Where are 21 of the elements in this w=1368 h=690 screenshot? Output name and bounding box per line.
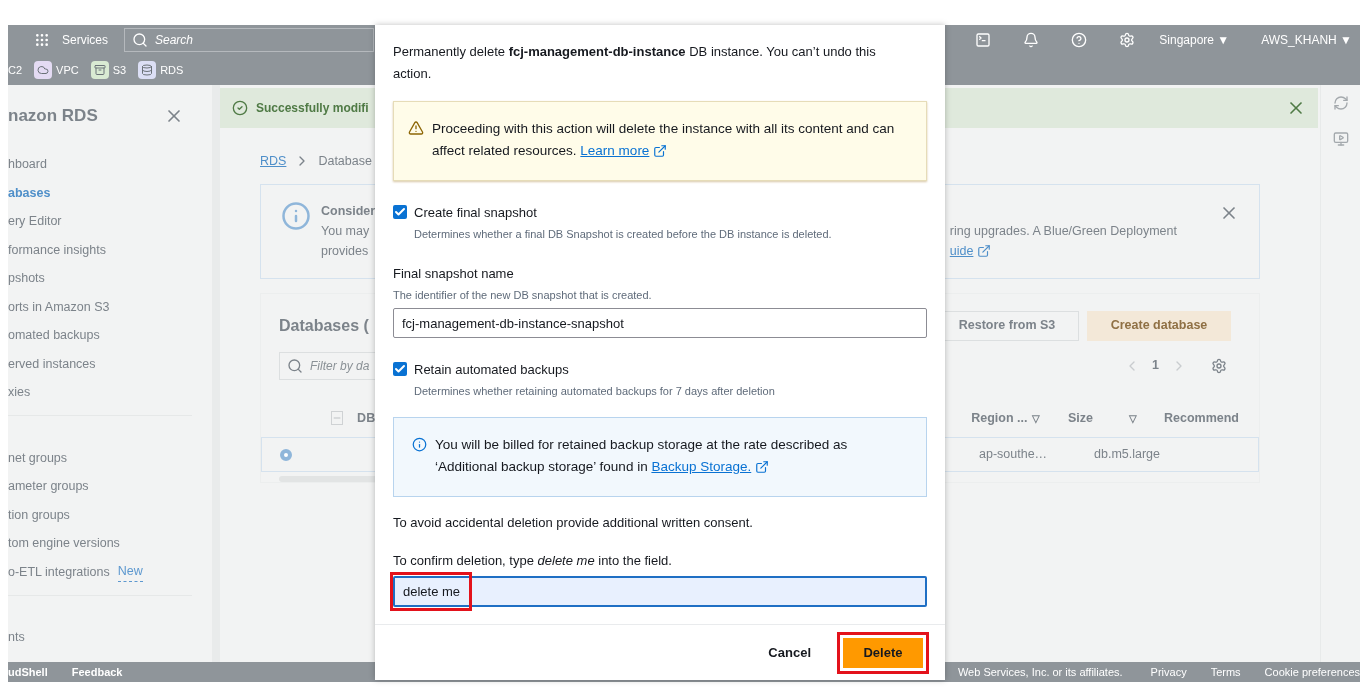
alert-text: provides (321, 243, 369, 260)
new-badge: New (117, 562, 143, 583)
sidebar-title: nazon RDS (8, 105, 98, 127)
table-cell-text: db.m5.large (1094, 446, 1161, 464)
warning-text: Proceeding with this action will delete the instance with all its content and can affect related resources. Learn more (432, 118, 896, 180)
field-description: The identifier of the new DB snapshot that is created. (393, 287, 652, 303)
panel-title: Databases ( (279, 315, 369, 336)
copyright-text: Web Services, Inc. or its affiliates. (957, 664, 1123, 680)
checkbox-description: Determines whether a final DB Snapshot is created before the DB instance is deleted. (414, 226, 832, 242)
consent-text: To avoid accidental deletion provide additional written consent. (393, 514, 754, 532)
checkbox-description: Determines whether retaining automated backups for 7 days after deletion (414, 383, 775, 399)
flash-message: Successfully modifi (256, 100, 369, 117)
field-label: Final snapshot name (393, 265, 514, 283)
alert-title: Consider (321, 203, 376, 220)
intro-text: Permanently delete fcj-management-db-instance DB instance. You can’t undo this action. (393, 43, 877, 83)
table-cell-text: ap-southe… (979, 446, 1049, 464)
confirm-label: To confirm deletion, type delete me into the field. (393, 551, 673, 570)
alert-text: You may (321, 223, 370, 240)
breadcrumb-item: Database (318, 152, 372, 170)
alert-text: ring upgrades. A Blue/Green Deployment (949, 223, 1177, 240)
billing-text: You will be billed for retained backup storage at the rate described as ‘Additional backup storage’ found in Backup Storage. (435, 434, 886, 496)
